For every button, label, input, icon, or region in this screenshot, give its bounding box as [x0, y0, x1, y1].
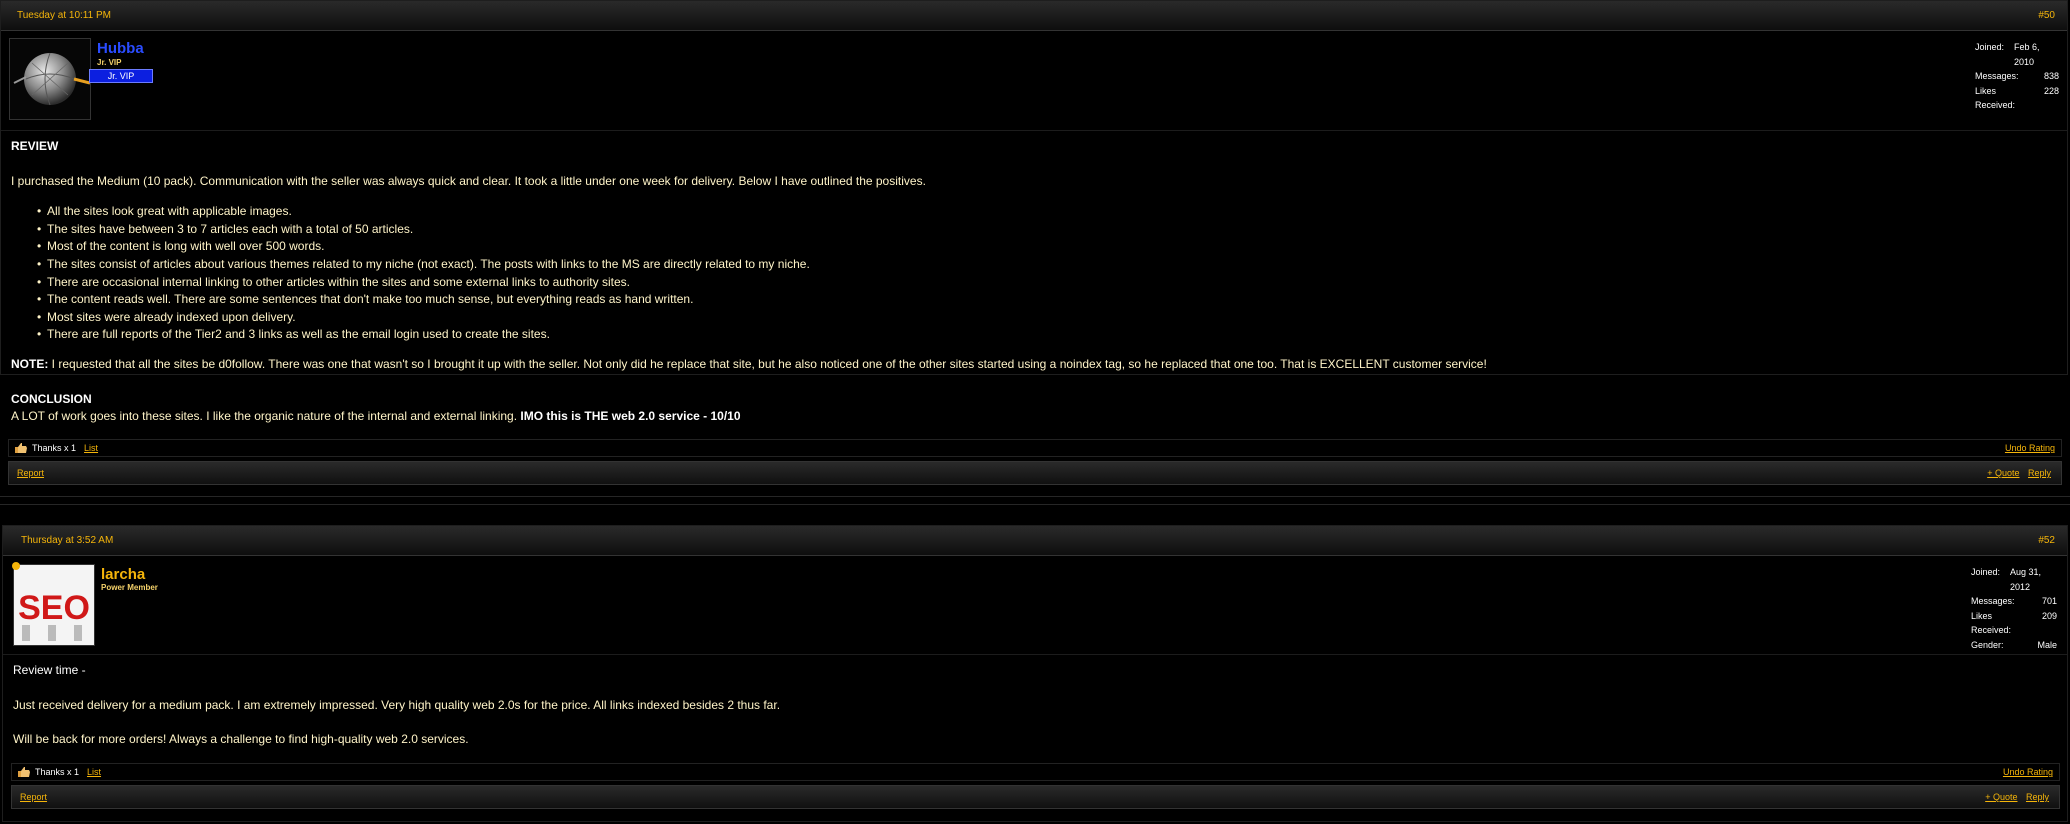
list-item: The content reads well. There are some s…	[37, 291, 2057, 309]
user-info: Hubba Jr. VIP Jr. VIP Joined: Feb 6, 2010…	[1, 31, 2067, 131]
username[interactable]: Hubba	[97, 40, 144, 57]
avatar[interactable]: SEO	[13, 564, 95, 646]
footer-actions: + Quote Reply	[1981, 468, 2051, 478]
post-date[interactable]: Thursday at 3:52 AM	[21, 535, 113, 546]
post-footer: Report + Quote Reply	[8, 461, 2062, 485]
quote-link[interactable]: + Quote	[1985, 792, 2017, 802]
post-footer: Report + Quote Reply	[11, 785, 2060, 809]
undo-rating-link[interactable]: Undo Rating	[2005, 443, 2055, 453]
thumbs-up-icon	[18, 767, 30, 777]
report-link[interactable]: Report	[17, 468, 44, 478]
likes-bar: Thanks x 1 List Undo Rating	[11, 763, 2060, 781]
post-line: Just received delivery for a medium pack…	[13, 697, 781, 712]
post-divider	[0, 504, 2070, 505]
note-label: NOTE:	[11, 356, 49, 371]
user-title: Power Member	[101, 583, 158, 592]
post-header: Tuesday at 10:11 PM #50	[1, 1, 2067, 31]
user-stats: Joined: Feb 6, 2010 Messages: 838 Likes Re…	[1975, 42, 2059, 110]
list-item: All the sites look great with applicable…	[37, 203, 2057, 221]
post-number[interactable]: #50	[2038, 10, 2055, 21]
conclusion-verdict: IMO this is THE web 2.0 service - 10/10	[520, 409, 741, 424]
list-item: The sites consist of articles about vari…	[37, 256, 2057, 274]
conclusion-text: A LOT of work goes into these sites. I l…	[11, 409, 521, 424]
conclusion-heading: CONCLUSION	[11, 391, 92, 406]
thanks-count: Thanks x 1	[32, 443, 77, 453]
user-stats: Joined: Aug 31, 2012 Messages: 701 Likes R…	[1971, 567, 2057, 650]
post-divider	[0, 496, 2070, 497]
intro-text: I purchased the Medium (10 pack). Commun…	[11, 173, 926, 188]
list-item: Most of the content is long with well ov…	[37, 238, 2057, 256]
svg-text:SEO: SEO	[18, 589, 90, 627]
positives-list: All the sites look great with applicable…	[11, 203, 2057, 344]
online-indicator-icon	[12, 562, 20, 570]
list-item: The sites have between 3 to 7 articles e…	[37, 221, 2057, 239]
list-item: Most sites were already indexed upon del…	[37, 309, 2057, 327]
reply-link[interactable]: Reply	[2026, 792, 2049, 802]
undo-rating-link[interactable]: Undo Rating	[2003, 767, 2053, 777]
report-link[interactable]: Report	[20, 792, 47, 802]
globe-avatar-icon	[10, 39, 90, 119]
list-item: There are occasional internal linking to…	[37, 274, 2057, 292]
user-title: Jr. VIP	[97, 58, 122, 67]
note-paragraph: NOTE: I requested that all the sites be …	[11, 356, 2057, 374]
footer-actions: + Quote Reply	[1979, 792, 2049, 802]
seo-avatar-icon: SEO	[14, 565, 94, 645]
conclusion-paragraph: A LOT of work goes into these sites. I l…	[11, 408, 2057, 426]
likes-list-link[interactable]: List	[84, 443, 98, 453]
post-body: REVIEW I purchased the Medium (10 pack).…	[1, 131, 2067, 426]
likes-bar: Thanks x 1 List Undo Rating	[8, 439, 2062, 457]
rank-badge: Jr. VIP	[89, 69, 153, 83]
likes-list-link[interactable]: List	[87, 767, 101, 777]
post-line: Review time -	[13, 663, 86, 677]
post-50: Tuesday at 10:11 PM #50 Hubba Jr. VIP Jr…	[0, 0, 2068, 423]
thumbs-up-icon	[15, 443, 27, 453]
post-line: Will be back for more orders! Always a c…	[13, 732, 469, 747]
review-heading: REVIEW	[11, 139, 59, 153]
list-item: There are full reports of the Tier2 and …	[37, 326, 2057, 344]
post-number[interactable]: #52	[2038, 535, 2055, 546]
username[interactable]: larcha	[101, 566, 145, 583]
reply-link[interactable]: Reply	[2028, 468, 2051, 478]
avatar[interactable]	[9, 38, 91, 120]
thanks-count: Thanks x 1	[35, 767, 80, 777]
user-info: SEO larcha Power Member Joined: Aug 31, 2…	[3, 556, 2067, 655]
note-text: I requested that all the sites be d0foll…	[48, 356, 1487, 371]
post-date[interactable]: Tuesday at 10:11 PM	[17, 10, 111, 21]
post-body: Review time - Just received delivery for…	[3, 655, 2067, 749]
quote-link[interactable]: + Quote	[1987, 468, 2019, 478]
post-header: Thursday at 3:52 AM #52	[3, 526, 2067, 556]
